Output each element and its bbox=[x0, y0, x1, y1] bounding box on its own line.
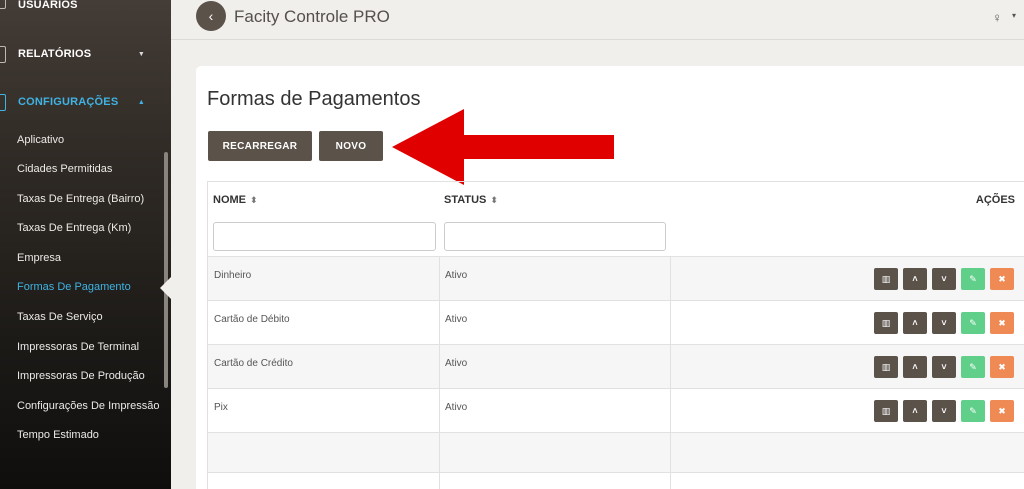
cell-status: Ativo bbox=[445, 358, 468, 369]
users-icon bbox=[0, 0, 6, 9]
move-up-icon[interactable]: ˄ bbox=[903, 400, 927, 422]
columns-icon[interactable]: ▥ bbox=[874, 400, 898, 422]
sort-icon: ⬍ bbox=[250, 195, 258, 205]
sidebar-item-config-impressao[interactable]: Configurações De Impressão bbox=[17, 400, 159, 412]
delete-icon[interactable]: ✖ bbox=[990, 268, 1014, 290]
user-menu-chevron-icon[interactable]: ▾ bbox=[1012, 11, 1016, 20]
column-header-acoes: AÇÕES bbox=[975, 194, 1015, 206]
sidebar-item-impressoras-terminal[interactable]: Impressoras De Terminal bbox=[17, 341, 139, 353]
back-button[interactable]: ‹ bbox=[196, 1, 226, 31]
sort-icon: ⬍ bbox=[490, 195, 498, 205]
sidebar-item-formas-pagamento[interactable]: Formas De Pagamento bbox=[17, 281, 131, 293]
delete-icon[interactable]: ✖ bbox=[990, 312, 1014, 334]
column-header-status-label: STATUS bbox=[444, 194, 487, 206]
sidebar-scrollbar[interactable] bbox=[164, 152, 168, 388]
delete-icon[interactable]: ✖ bbox=[990, 356, 1014, 378]
row-actions: ▥ ˄ ˅ ✎ ✖ bbox=[874, 312, 1014, 334]
table-row[interactable]: Cartão de Crédito Ativo ▥ ˄ ˅ ✎ ✖ bbox=[208, 344, 1024, 388]
cell-status: Ativo bbox=[445, 314, 468, 325]
columns-icon[interactable]: ▥ bbox=[874, 356, 898, 378]
move-down-icon[interactable]: ˅ bbox=[932, 356, 956, 378]
edit-icon[interactable]: ✎ bbox=[961, 268, 985, 290]
row-actions: ▥ ˄ ˅ ✎ ✖ bbox=[874, 268, 1014, 290]
cell-name: Cartão de Débito bbox=[214, 314, 290, 325]
sidebar-configuracoes-label: CONFIGURAÇÕES bbox=[18, 96, 119, 108]
page-title: Formas de Pagamentos bbox=[207, 88, 421, 110]
table-header: NOME ⬍ STATUS ⬍ AÇÕES bbox=[208, 182, 1024, 218]
columns-icon[interactable]: ▥ bbox=[874, 312, 898, 334]
new-button[interactable]: NOVO bbox=[319, 131, 383, 161]
sidebar-configuracoes[interactable]: CONFIGURAÇÕES ▲ bbox=[0, 91, 171, 113]
cell-name: Pix bbox=[214, 402, 228, 413]
name-filter-input[interactable] bbox=[213, 222, 436, 251]
move-up-icon[interactable]: ˄ bbox=[903, 268, 927, 290]
table-row[interactable]: Cartão de Débito Ativo ▥ ˄ ˅ ✎ ✖ bbox=[208, 300, 1024, 344]
delete-icon[interactable]: ✖ bbox=[990, 400, 1014, 422]
chevron-down-icon: ▼ bbox=[137, 50, 145, 58]
cell-name: Dinheiro bbox=[214, 270, 252, 281]
edit-icon[interactable]: ✎ bbox=[961, 356, 985, 378]
chevron-up-icon: ▲ bbox=[137, 98, 145, 106]
sidebar-relatorios[interactable]: RELATÓRIOS ▼ bbox=[0, 43, 171, 65]
settings-icon bbox=[0, 93, 6, 111]
top-bar: ‹ Facity Controle PRO ♀ ▾ bbox=[171, 0, 1024, 40]
reload-button[interactable]: RECARREGAR bbox=[208, 131, 312, 161]
column-header-nome-label: NOME bbox=[213, 194, 246, 206]
sidebar-item-cidades-permitidas[interactable]: Cidades Permitidas bbox=[17, 163, 112, 175]
row-actions: ▥ ˄ ˅ ✎ ✖ bbox=[874, 400, 1014, 422]
sidebar-item-tempo-estimado[interactable]: Tempo Estimado bbox=[17, 429, 99, 441]
filter-row bbox=[208, 218, 1024, 256]
cell-name: Cartão de Crédito bbox=[214, 358, 293, 369]
edit-icon[interactable]: ✎ bbox=[961, 400, 985, 422]
annotation-arrow bbox=[392, 109, 614, 185]
sidebar-item-taxas-servico[interactable]: Taxas De Serviço bbox=[17, 311, 103, 323]
columns-icon[interactable]: ▥ bbox=[874, 268, 898, 290]
sidebar-relatorios-label: RELATÓRIOS bbox=[18, 48, 92, 60]
cell-status: Ativo bbox=[445, 270, 468, 281]
sidebar-item-impressoras-producao[interactable]: Impressoras De Produção bbox=[17, 370, 145, 382]
cell-status: Ativo bbox=[445, 402, 468, 413]
user-icon[interactable]: ♀ bbox=[992, 10, 1002, 25]
sidebar-item-empresa[interactable]: Empresa bbox=[17, 252, 61, 264]
app-title: Facity Controle PRO bbox=[234, 7, 390, 26]
active-indicator bbox=[160, 277, 171, 299]
move-down-icon[interactable]: ˅ bbox=[932, 312, 956, 334]
sidebar-item-taxas-entrega-km[interactable]: Taxas De Entrega (Km) bbox=[17, 222, 131, 234]
column-header-nome[interactable]: NOME ⬍ bbox=[213, 194, 258, 206]
table-row[interactable]: Pix Ativo ▥ ˄ ˅ ✎ ✖ bbox=[208, 388, 1024, 432]
move-down-icon[interactable]: ˅ bbox=[932, 400, 956, 422]
reports-icon bbox=[0, 45, 6, 63]
chevron-left-icon: ‹ bbox=[208, 8, 214, 24]
sidebar-usuarios-label: USUÁRIOS bbox=[18, 0, 78, 11]
payment-methods-table: NOME ⬍ STATUS ⬍ AÇÕES Dinheiro Ativo ▥ ˄ ˅… bbox=[207, 181, 1024, 489]
move-up-icon[interactable]: ˄ bbox=[903, 356, 927, 378]
move-down-icon[interactable]: ˅ bbox=[932, 268, 956, 290]
row-actions: ▥ ˄ ˅ ✎ ✖ bbox=[874, 356, 1014, 378]
table-row-empty bbox=[208, 472, 1024, 489]
sidebar-usuarios[interactable]: USUÁRIOS bbox=[0, 0, 171, 16]
move-up-icon[interactable]: ˄ bbox=[903, 312, 927, 334]
column-header-status[interactable]: STATUS ⬍ bbox=[444, 194, 498, 206]
status-filter-input[interactable] bbox=[444, 222, 666, 251]
sidebar-item-aplicativo[interactable]: Aplicativo bbox=[17, 134, 64, 146]
sidebar: USUÁRIOS RELATÓRIOS ▼ CONFIGURAÇÕES ▲ Ap… bbox=[0, 0, 171, 489]
sidebar-item-taxas-entrega-bairro[interactable]: Taxas De Entrega (Bairro) bbox=[17, 193, 144, 205]
table-row[interactable]: Dinheiro Ativo ▥ ˄ ˅ ✎ ✖ bbox=[208, 256, 1024, 300]
table-row-empty bbox=[208, 432, 1024, 472]
edit-icon[interactable]: ✎ bbox=[961, 312, 985, 334]
